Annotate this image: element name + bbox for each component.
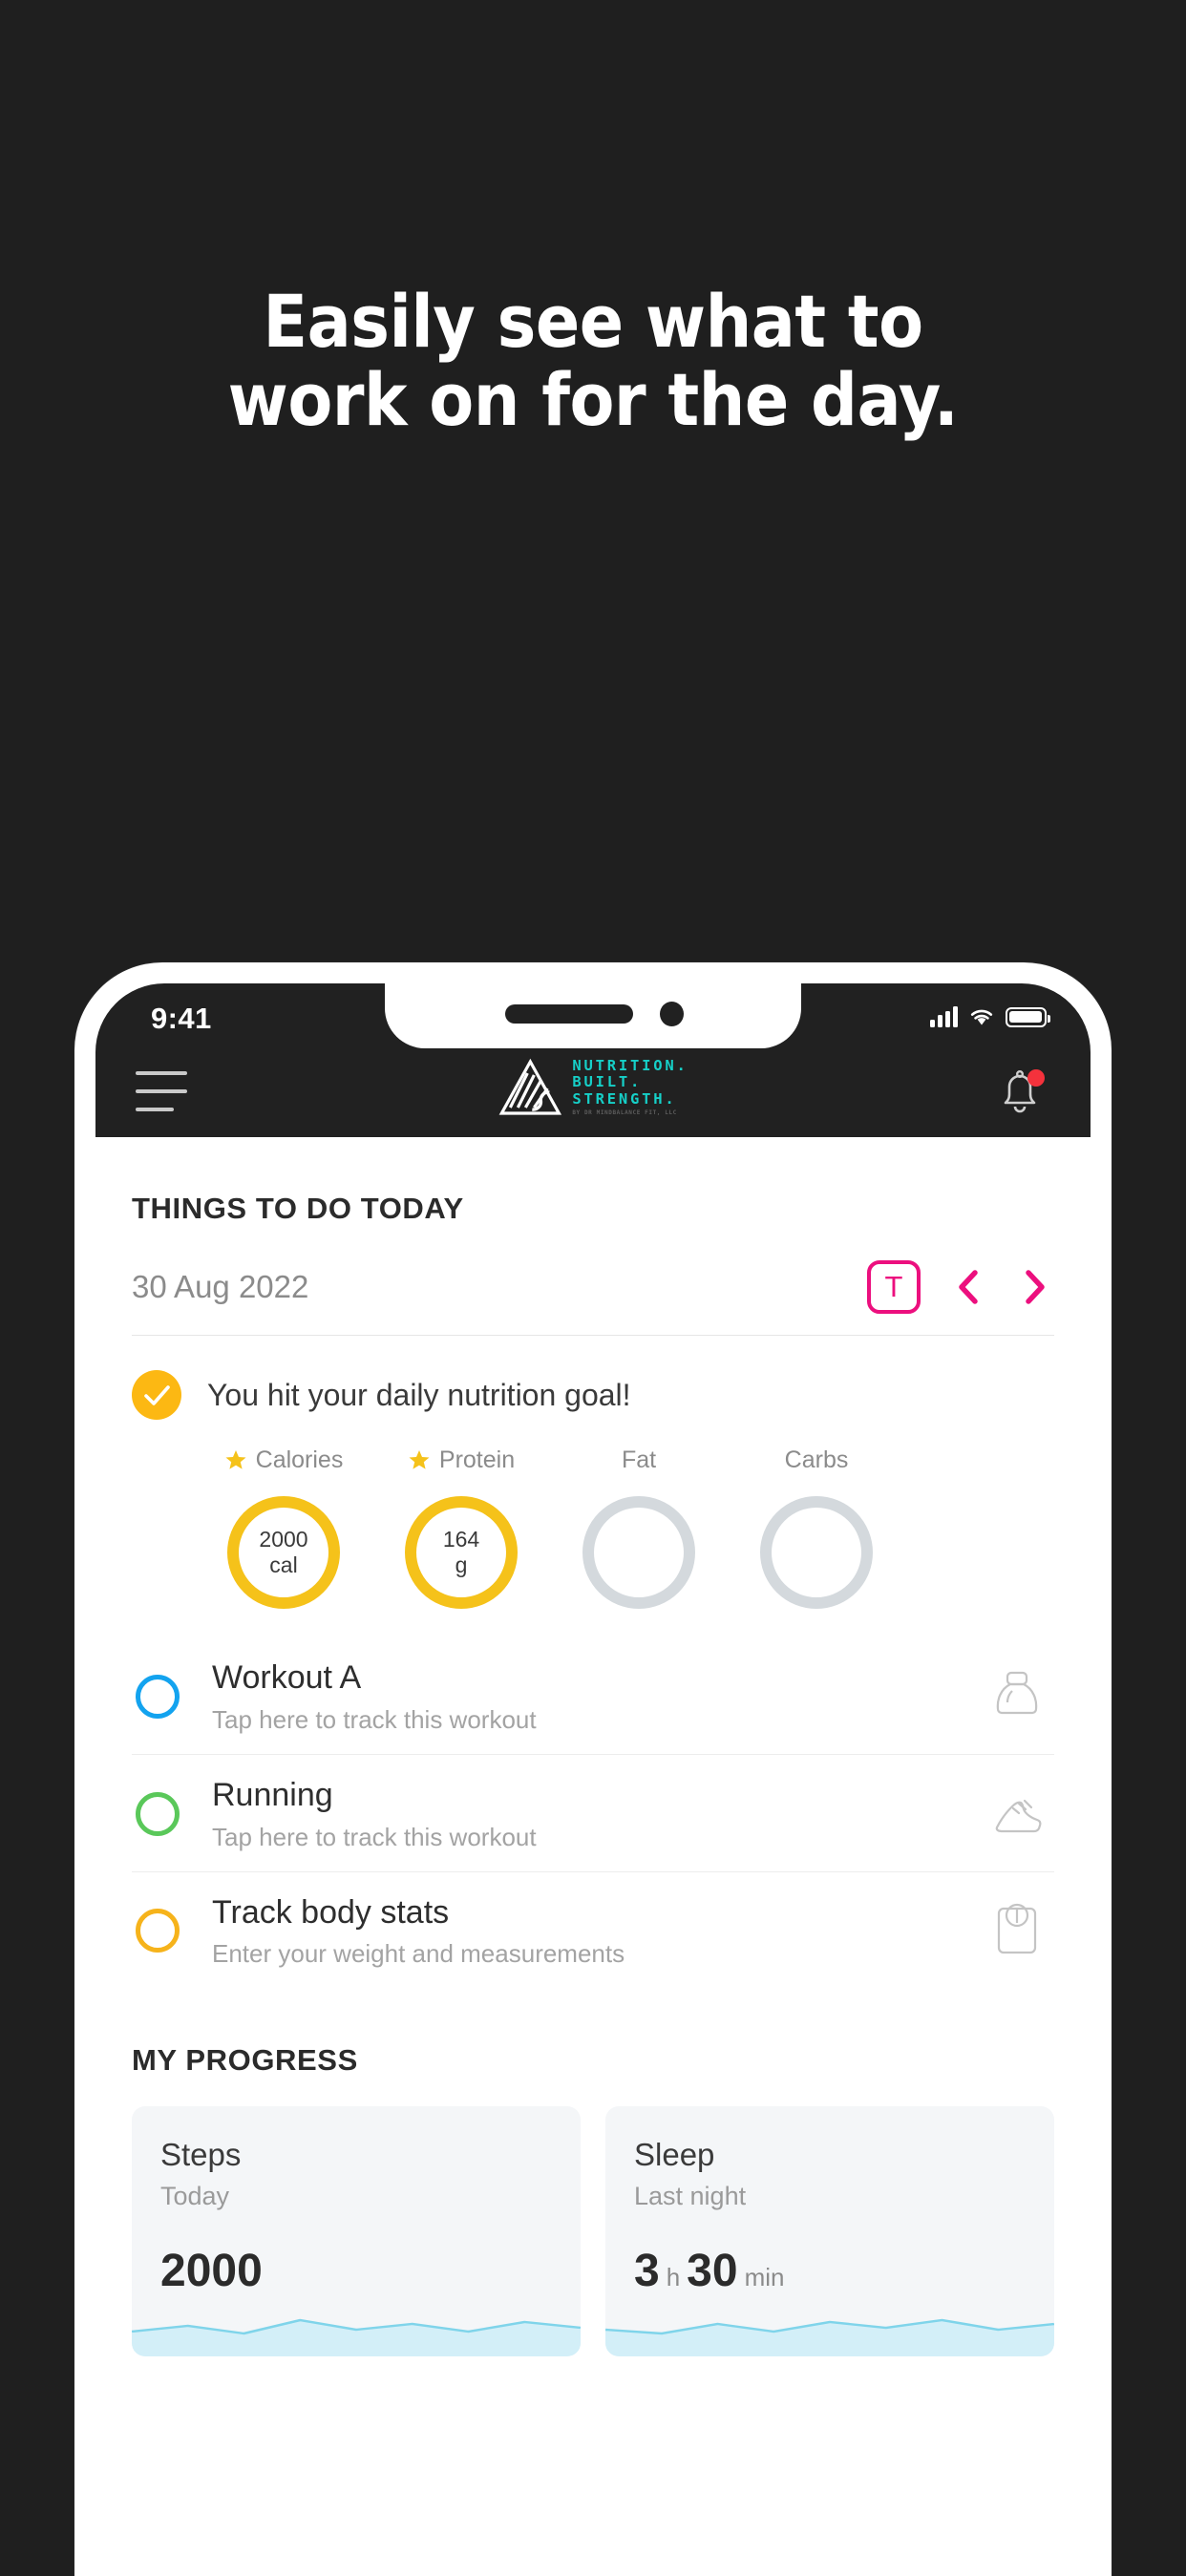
phone-mockup: 9:41 NUTRITION. BUILT. STRENGTH. BY DR M… [74, 962, 1112, 2576]
headline-line-2: work on for the day. [227, 357, 959, 443]
macro-ring-fat [582, 1496, 695, 1609]
card-value: 3 [634, 2246, 660, 2297]
macro-value: 2000 [259, 1527, 308, 1552]
task-title: Workout A [212, 1659, 362, 1696]
nutrition-goal-check [132, 1370, 181, 1420]
task-text: Track body stats Enter your weight and m… [212, 1893, 989, 1970]
macro-carbs[interactable]: Carbs [728, 1441, 905, 1609]
task-title: Running [212, 1776, 333, 1813]
macro-label: Carbs [784, 1446, 849, 1473]
battery-icon [1006, 1007, 1050, 1027]
previous-day-button[interactable] [949, 1264, 987, 1310]
device-notch [385, 983, 801, 1048]
progress-card-sleep[interactable]: Sleep Last night 3 h 30 min [605, 2106, 1054, 2357]
nbs-triangle-logo-icon [498, 1058, 562, 1115]
task-subtitle: Tap here to track this workout [212, 1822, 537, 1851]
brand-line-1: NUTRITION. [572, 1057, 688, 1075]
task-status-circle[interactable] [136, 1791, 180, 1836]
macro-calories[interactable]: Calories 2000 cal [195, 1441, 372, 1609]
today-button[interactable]: T [867, 1260, 921, 1314]
task-row-running[interactable]: Running Tap here to track this workout [132, 1755, 1054, 1872]
task-text: Workout A Tap here to track this workout [212, 1658, 989, 1735]
task-subtitle: Enter your weight and measurements [212, 1939, 625, 1969]
macro-label: Protein [438, 1446, 516, 1473]
cellular-bars-icon [930, 1006, 958, 1027]
macro-label: Fat [621, 1446, 657, 1473]
weight-scale-icon [997, 1904, 1037, 1954]
brand-wordmark: NUTRITION. BUILT. STRENGTH. BY DR MINDBA… [572, 1057, 688, 1117]
check-icon [144, 1385, 170, 1405]
macro-fat[interactable]: Fat [550, 1441, 728, 1609]
progress-cards: Steps Today 2000 Sleep Last night 3 h 30… [132, 2106, 1054, 2357]
steps-sparkline [132, 2319, 581, 2357]
macro-protein[interactable]: Protein 164 g [372, 1441, 550, 1609]
card-value: 2000 [160, 2246, 263, 2297]
wifi-icon [970, 1009, 993, 1025]
macro-unit: cal [269, 1552, 298, 1577]
status-indicators [930, 1006, 1050, 1027]
brand-line-2: BUILT. [572, 1073, 643, 1091]
current-date: 30 Aug 2022 [132, 1269, 309, 1304]
headline-line-1: Easily see what to [263, 279, 923, 364]
date-controls: T [867, 1260, 1054, 1314]
marketing-headline: Easily see what to work on for the day. [0, 279, 1186, 443]
progress-card-steps[interactable]: Steps Today 2000 [132, 2106, 581, 2357]
card-unit-2: min [744, 2263, 785, 2292]
macro-ring-protein: 164 g [405, 1496, 518, 1609]
card-subtitle: Today [160, 2182, 230, 2211]
section-title-my-progress: MY PROGRESS [132, 2043, 358, 2078]
kettlebell-icon [996, 1671, 1038, 1714]
card-subtitle: Last night [634, 2182, 747, 2211]
chevron-right-icon [1026, 1270, 1045, 1304]
nutrition-goal-message: You hit your daily nutrition goal! [207, 1377, 631, 1412]
running-shoe-icon [995, 1799, 1042, 1832]
earpiece-speaker [505, 1004, 633, 1024]
task-subtitle: Tap here to track this workout [212, 1704, 537, 1734]
macro-label-wrap: Carbs [785, 1441, 849, 1479]
task-list: Workout A Tap here to track this workout [132, 1637, 1054, 1988]
macro-label-wrap: Calories [224, 1441, 344, 1479]
macro-label-wrap: Protein [408, 1441, 515, 1479]
notifications-button[interactable] [993, 1067, 1047, 1121]
app-navbar: NUTRITION. BUILT. STRENGTH. BY DR MINDBA… [95, 1048, 1091, 1137]
macro-ring-calories: 2000 cal [227, 1496, 340, 1609]
status-time: 9:41 [151, 1002, 212, 1035]
macro-label: Calories [255, 1446, 344, 1473]
sleep-sparkline [605, 2319, 1054, 2357]
task-status-circle[interactable] [136, 1674, 180, 1719]
card-value-wrap: 2000 [160, 2245, 283, 2297]
notification-badge [1027, 1069, 1045, 1087]
task-title: Track body stats [212, 1893, 450, 1931]
section-title-things-to-do: THINGS TO DO TODAY [132, 1192, 464, 1225]
task-status-circle[interactable] [136, 1909, 180, 1953]
macro-label-wrap: Fat [622, 1441, 656, 1479]
phone-screen: 9:41 NUTRITION. BUILT. STRENGTH. BY DR M… [95, 983, 1091, 2576]
macro-value: 164 [442, 1527, 480, 1552]
star-icon [409, 1450, 430, 1469]
brand-logo: NUTRITION. BUILT. STRENGTH. BY DR MINDBA… [498, 1057, 688, 1117]
card-unit: h [666, 2263, 681, 2292]
date-navigation-row: 30 Aug 2022 T [132, 1260, 1054, 1336]
chevron-left-icon [959, 1270, 978, 1304]
macro-rings: Calories 2000 cal Protein 164 g Fat Carb… [132, 1441, 1054, 1609]
card-value-wrap: 3 h 30 min [634, 2245, 784, 2297]
macro-ring-carbs [760, 1496, 873, 1609]
front-camera [660, 1002, 684, 1026]
brand-line-3: STRENGTH. [572, 1089, 677, 1108]
star-icon [225, 1450, 246, 1469]
task-row-track-body-stats[interactable]: Track body stats Enter your weight and m… [132, 1872, 1054, 1989]
macro-unit: g [455, 1552, 468, 1577]
task-text: Running Tap here to track this workout [212, 1776, 989, 1852]
brand-tagline: BY DR MINDBALANCE FIT, LLC [572, 1109, 677, 1117]
app-content: THINGS TO DO TODAY 30 Aug 2022 T You hit… [95, 1137, 1091, 2576]
task-row-workout-a[interactable]: Workout A Tap here to track this workout [132, 1637, 1054, 1755]
hamburger-menu-icon[interactable] [136, 1071, 187, 1111]
card-value-2: 30 [687, 2246, 738, 2297]
next-day-button[interactable] [1016, 1264, 1054, 1310]
nutrition-goal-row[interactable]: You hit your daily nutrition goal! [132, 1370, 1054, 1420]
card-title: Steps [160, 2137, 242, 2173]
card-title: Sleep [634, 2137, 715, 2173]
